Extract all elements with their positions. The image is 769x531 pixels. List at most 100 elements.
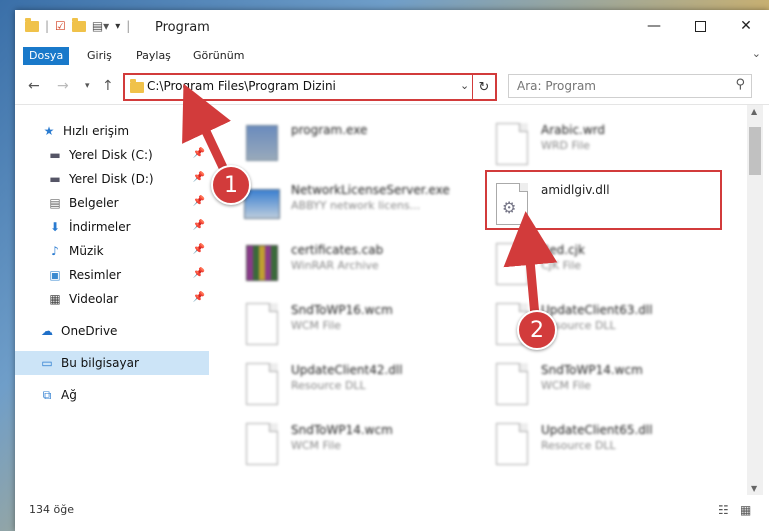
file-item[interactable]: UpdateClient42.dll Resource DLL [241, 359, 471, 409]
download-icon: ⬇ [49, 220, 61, 234]
file-list: program.exe Arabic.wrd WRD File NetworkL… [211, 105, 747, 495]
sidebar-item-disk-c[interactable]: ▬ Yerel Disk (C:) 📌 [15, 143, 209, 167]
file-name: UpdateClient65.dll [541, 423, 653, 437]
file-name: SndToWP16.wcm [291, 303, 393, 317]
file-name: SndToWP14.wcm [291, 423, 393, 437]
file-item[interactable]: SndToWP14.wcm WCM File [241, 419, 471, 469]
file-item[interactable]: Arabic.wrd WRD File [491, 119, 721, 169]
status-bar: 134 öğe ☷ ▦ [15, 497, 769, 531]
close-button[interactable]: ✕ [723, 10, 769, 42]
maximize-button[interactable] [677, 10, 723, 42]
folder-icon [130, 79, 144, 93]
sidebar-item-disk-d[interactable]: ▬ Yerel Disk (D:) 📌 [15, 167, 209, 191]
chevron-down-icon[interactable]: ▾ [115, 21, 120, 32]
cloud-icon: ☁ [41, 324, 53, 338]
new-folder-icon[interactable] [71, 17, 86, 32]
videos-icon: ▦ [49, 292, 61, 306]
sidebar-item-label: Yerel Disk (C:) [69, 148, 153, 162]
file-item[interactable]: UpdateClient65.dll Resource DLL [491, 419, 721, 469]
search-icon: ⚲ [735, 77, 745, 92]
dll-icon [241, 359, 281, 407]
window-title: Program [155, 20, 210, 35]
file-icon [491, 239, 531, 287]
file-name: SndToWP14.wcm [541, 363, 643, 377]
item-count: 134 öğe [29, 503, 74, 516]
vertical-scrollbar[interactable]: ▲ ▼ [747, 105, 763, 495]
close-icon: ✕ [740, 18, 752, 34]
sidebar-item-music[interactable]: ♪ Müzik 📌 [15, 239, 209, 263]
minimize-icon: — [647, 18, 661, 34]
sidebar-item-videos[interactable]: ▦ Videolar 📌 [15, 287, 209, 311]
sidebar-item-quick-access[interactable]: ★ Hızlı erişim [15, 119, 209, 143]
step-badge-2: 2 [517, 310, 557, 350]
tab-share[interactable]: Paylaş [130, 47, 177, 65]
file-type: Resource DLL [291, 379, 366, 392]
up-button[interactable]: ↑ [102, 78, 114, 94]
network-icon: ⧉ [42, 387, 52, 402]
chevron-down-icon[interactable]: ⌄ [460, 79, 469, 92]
tab-view[interactable]: Görünüm [187, 47, 250, 65]
pin-icon[interactable]: 📌 [193, 172, 205, 183]
documents-icon: ▤ [49, 196, 61, 210]
customize-icon[interactable]: ▤▾ [92, 19, 109, 33]
sidebar-item-label: Belgeler [69, 196, 119, 210]
file-name: certificates.cab [291, 243, 384, 257]
pin-icon[interactable]: 📌 [193, 196, 205, 207]
file-icon [241, 299, 281, 347]
scroll-down-icon[interactable]: ▼ [751, 484, 757, 493]
title-bar: | ☑ ▤▾ ▾ | Program — ✕ [15, 10, 769, 44]
file-type: CJK File [541, 259, 582, 272]
file-name: Arabic.wrd [541, 123, 606, 137]
large-icons-view-icon[interactable]: ▦ [740, 503, 751, 517]
tab-home[interactable]: Giriş [81, 47, 118, 65]
refresh-button[interactable]: ↻ [472, 75, 495, 99]
minimize-button[interactable]: — [631, 10, 677, 42]
forward-button[interactable]: → [57, 78, 69, 94]
tab-file[interactable]: Dosya [23, 47, 70, 65]
sidebar-item-documents[interactable]: ▤ Belgeler 📌 [15, 191, 209, 215]
address-path[interactable]: C:\Program Files\Program Dizini [147, 79, 336, 93]
archive-icon [241, 239, 281, 287]
file-item[interactable]: certificates.cab WinRAR Archive [241, 239, 471, 289]
search-input[interactable] [515, 78, 719, 94]
scroll-up-icon[interactable]: ▲ [751, 107, 757, 116]
back-button[interactable]: ← [28, 78, 40, 94]
sidebar-item-network[interactable]: ⧉ Ağ [15, 383, 209, 407]
pin-icon[interactable]: 📌 [193, 244, 205, 255]
folder-icon [25, 17, 39, 32]
details-view-icon[interactable]: ☷ [718, 503, 729, 517]
file-type: WinRAR Archive [291, 259, 379, 272]
file-item[interactable]: SndToWP14.wcm WCM File [491, 359, 721, 409]
pin-icon[interactable]: 📌 [193, 292, 205, 303]
separator: | [126, 19, 131, 33]
file-item[interactable]: program.exe [241, 119, 471, 169]
scrollbar-thumb[interactable] [749, 127, 761, 175]
sidebar-item-label: Bu bilgisayar [61, 356, 139, 370]
recent-locations-button[interactable]: ▾ [85, 81, 90, 91]
navigation-pane: ★ Hızlı erişim ▬ Yerel Disk (C:) 📌 ▬ Yer… [15, 105, 211, 495]
file-name: program.exe [291, 123, 368, 137]
sidebar-item-pictures[interactable]: ▣ Resimler 📌 [15, 263, 209, 287]
search-box[interactable]: ⚲ [508, 74, 752, 98]
ribbon-expand-icon[interactable]: ⌄ [752, 47, 761, 60]
sidebar-item-label: OneDrive [61, 324, 118, 338]
pictures-icon: ▣ [49, 268, 61, 282]
sidebar-item-downloads[interactable]: ⬇ İndirmeler 📌 [15, 215, 209, 239]
file-type: WCM File [541, 379, 591, 392]
file-item[interactable]: NetworkLicenseServer.exe ABBYY network l… [241, 179, 471, 229]
computer-icon: ▭ [41, 356, 53, 370]
sidebar-item-label: İndirmeler [69, 220, 131, 234]
sidebar-item-onedrive[interactable]: ☁ OneDrive [15, 319, 209, 343]
pin-icon[interactable]: 📌 [193, 268, 205, 279]
file-item[interactable]: Bed.cjk CJK File [491, 239, 721, 289]
pin-icon[interactable]: 📌 [193, 148, 205, 159]
step-badge-1: 1 [211, 165, 251, 205]
file-name: UpdateClient63.dll [541, 303, 653, 317]
pin-icon[interactable]: 📌 [193, 220, 205, 231]
music-icon: ♪ [51, 244, 59, 258]
sidebar-item-this-pc[interactable]: ▭ Bu bilgisayar [15, 351, 209, 375]
file-item[interactable]: SndToWP16.wcm WCM File [241, 299, 471, 349]
properties-icon[interactable]: ☑ [55, 19, 66, 33]
address-bar[interactable]: C:\Program Files\Program Dizini ⌄ ↻ [123, 73, 497, 101]
sidebar-item-label: Müzik [69, 244, 104, 258]
